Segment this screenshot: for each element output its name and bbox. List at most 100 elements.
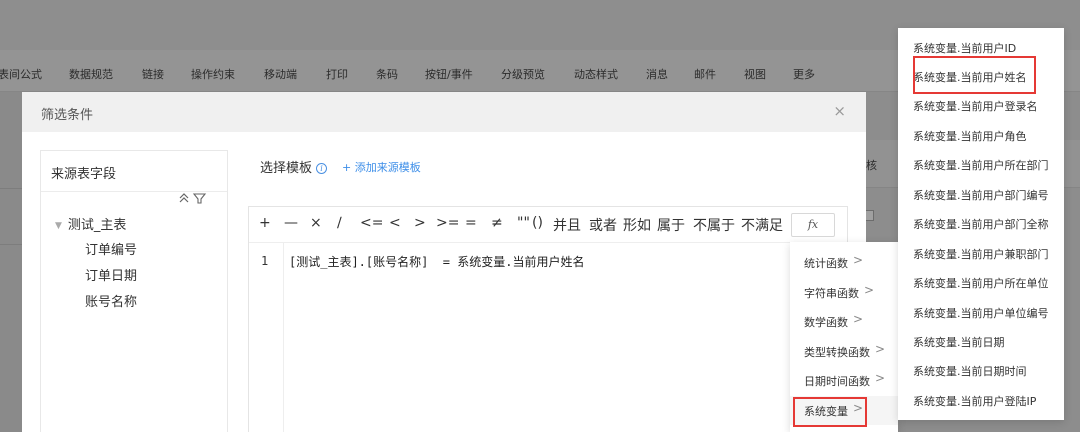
menu-item-label: 系统变量: [804, 405, 848, 418]
source-fields-title: 来源表字段: [51, 167, 117, 182]
toolbar-item: 条码: [376, 68, 398, 81]
sysvar-label: 系统变量.当前用户所在部门: [913, 159, 1049, 172]
sysvar-item[interactable]: 系统变量.当前用户所在部门: [898, 150, 1064, 179]
filter-condition-dialog: 筛选条件 × 来源表字段 ▼ 测试_主表 订单编号 订单日期 账号名称 选择模板 i…: [22, 92, 866, 432]
sysvar-item[interactable]: 系统变量.当前用户部门全称: [898, 209, 1064, 238]
function-category-menu: 统计函数 > 字符串函数 > 数学函数 > 类型转换函数 > 日期时间函数 > 系统变量 >: [790, 242, 898, 432]
menu-item-math-functions[interactable]: 数学函数 >: [790, 307, 898, 336]
add-source-template-link[interactable]: + 添加来源模板: [342, 159, 421, 175]
toolbar-item: 邮件: [694, 68, 716, 81]
sysvar-label: 系统变量.当前用户单位编号: [913, 307, 1049, 320]
chevron-right-icon: >: [875, 371, 886, 385]
select-template-label: 选择模板 i: [260, 157, 328, 176]
dialog-title: 筛选条件: [41, 108, 94, 123]
formula-code-line[interactable]: [测试_主表].[账号名称] = 系统变量.当前用户姓名: [289, 253, 584, 270]
operator-bar: + — × ∕ <= < > >= = ≠ "" () 并且 或者 形如 属于 …: [249, 207, 847, 243]
menu-item-conversion-functions[interactable]: 类型转换函数 >: [790, 337, 898, 366]
sysvar-label: 系统变量.当前用户兼职部门: [913, 248, 1049, 261]
toolbar-item: 链接: [142, 68, 164, 81]
sysvar-item[interactable]: 系统变量.当前用户登陆IP: [898, 386, 1064, 415]
menu-item-string-functions[interactable]: 字符串函数 >: [790, 278, 898, 307]
op-lt[interactable]: <: [389, 215, 401, 231]
chevron-right-icon: >: [853, 401, 864, 415]
formula-editor: + — × ∕ <= < > >= = ≠ "" () 并且 或者 形如 属于 …: [248, 206, 848, 432]
menu-item-label: 日期时间函数: [804, 375, 870, 388]
tree-field-account-name[interactable]: 账号名称: [85, 291, 137, 310]
background-column-label: 核: [866, 159, 877, 172]
op-multiply[interactable]: ×: [310, 215, 322, 231]
chevron-right-icon: >: [864, 283, 875, 297]
op-plus[interactable]: +: [259, 215, 271, 231]
sysvar-label: 系统变量.当前用户角色: [913, 130, 1027, 143]
chevron-right-icon: >: [875, 342, 886, 356]
op-quotes[interactable]: "": [517, 215, 530, 231]
chevron-right-icon: >: [853, 253, 864, 267]
fx-function-button[interactable]: fx: [791, 213, 835, 237]
op-gt[interactable]: >: [414, 215, 426, 231]
sysvar-label: 系统变量.当前用户姓名: [913, 71, 1027, 84]
sysvar-item[interactable]: 系统变量.当前用户兼职部门: [898, 239, 1064, 268]
background-left-strip: [0, 92, 22, 432]
sysvar-label: 系统变量.当前用户登陆IP: [913, 395, 1037, 408]
sysvar-item[interactable]: 系统变量.当前用户登录名: [898, 91, 1064, 120]
tree-field-order-number[interactable]: 订单编号: [85, 239, 137, 258]
op-gte[interactable]: >=: [436, 215, 459, 231]
info-icon[interactable]: i: [316, 163, 328, 174]
select-template-text: 选择模板: [260, 161, 313, 176]
tree-node-label: 测试_主表: [67, 218, 127, 233]
sysvar-label: 系统变量.当前日期时间: [913, 365, 1027, 378]
toolbar-item: 按钮/事件: [425, 68, 473, 81]
sysvar-label: 系统变量.当前用户ID: [913, 42, 1017, 55]
menu-item-datetime-functions[interactable]: 日期时间函数 >: [790, 366, 898, 395]
op-divide[interactable]: ∕: [337, 215, 342, 231]
op-like[interactable]: 形如: [623, 215, 651, 235]
gutter-divider: [283, 243, 284, 432]
menu-item-aggregate-functions[interactable]: 统计函数 >: [790, 248, 898, 277]
toolbar-item: 数据规范: [69, 68, 113, 81]
toolbar-item: 打印: [326, 68, 348, 81]
system-variables-submenu: 系统变量.当前用户ID 系统变量.当前用户姓名 系统变量.当前用户登录名 系统变…: [898, 28, 1064, 420]
caret-down-icon[interactable]: ▼: [55, 221, 62, 231]
op-or[interactable]: 或者: [589, 215, 617, 235]
sysvar-label: 系统变量.当前用户部门编号: [913, 189, 1049, 202]
sysvar-item[interactable]: 系统变量.当前用户单位编号: [898, 298, 1064, 327]
toolbar-item: 更多: [793, 68, 815, 81]
sysvar-label: 系统变量.当前用户登录名: [913, 100, 1038, 113]
sysvar-item[interactable]: 系统变量.当前用户部门编号: [898, 180, 1064, 209]
dialog-header: 筛选条件 ×: [22, 92, 866, 132]
background-checkbox: [866, 210, 874, 221]
tree-field-order-date[interactable]: 订单日期: [85, 265, 137, 284]
menu-item-label: 类型转换函数: [804, 346, 870, 359]
toolbar-item: 分级预览: [501, 68, 545, 81]
op-not-satisfy[interactable]: 不满足: [741, 215, 783, 235]
sysvar-label: 系统变量.当前日期: [913, 336, 1005, 349]
sysvar-label: 系统变量.当前用户所在单位: [913, 277, 1049, 290]
close-icon[interactable]: ×: [833, 104, 846, 119]
collapse-filter-icons[interactable]: [179, 192, 207, 207]
sysvar-label: 系统变量.当前用户部门全称: [913, 218, 1049, 231]
sysvar-item[interactable]: 系统变量.当前用户角色: [898, 121, 1064, 150]
collapse-filter-icon[interactable]: [179, 192, 207, 204]
op-not-in[interactable]: 不属于: [693, 215, 735, 235]
toolbar-item: 消息: [646, 68, 668, 81]
op-minus[interactable]: —: [284, 215, 298, 231]
tree-node-main-table[interactable]: ▼ 测试_主表: [55, 214, 126, 233]
op-lte[interactable]: <=: [360, 215, 383, 231]
op-and[interactable]: 并且: [553, 215, 581, 235]
op-in[interactable]: 属于: [657, 215, 685, 235]
sysvar-item[interactable]: 系统变量.当前用户所在单位: [898, 268, 1064, 297]
toolbar-item: 表间公式: [0, 68, 42, 81]
line-number: 1: [261, 254, 269, 268]
sysvar-item[interactable]: 系统变量.当前用户ID: [898, 33, 1064, 62]
toolbar-item: 移动端: [264, 68, 297, 81]
sysvar-item[interactable]: 系统变量.当前日期: [898, 327, 1064, 356]
menu-item-label: 数学函数: [804, 316, 848, 329]
op-parens[interactable]: (): [532, 215, 543, 231]
sysvar-item[interactable]: 系统变量.当前用户姓名: [898, 62, 1064, 91]
menu-item-label: 统计函数: [804, 257, 848, 270]
op-not-equal[interactable]: ≠: [491, 215, 503, 231]
sysvar-item[interactable]: 系统变量.当前日期时间: [898, 356, 1064, 385]
toolbar-item: 视图: [744, 68, 766, 81]
op-equal[interactable]: =: [465, 215, 477, 231]
menu-item-system-variables[interactable]: 系统变量 >: [790, 396, 898, 425]
